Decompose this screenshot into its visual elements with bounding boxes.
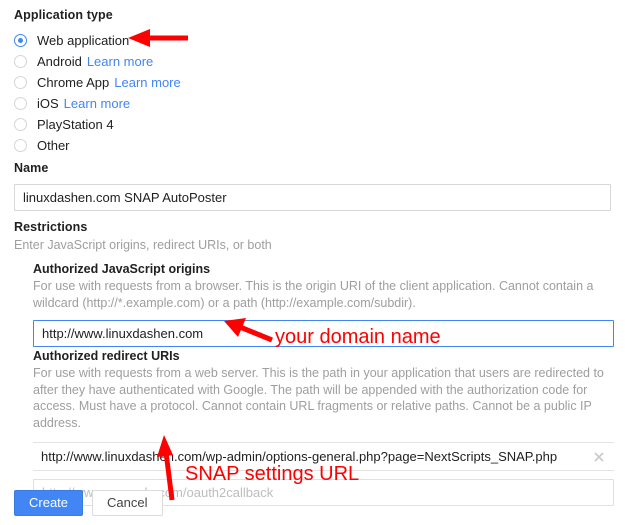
restrictions-helper-text: Enter JavaScript origins, redirect URIs,… (14, 237, 614, 254)
redirect-uris-helper-text: For use with requests from a web server.… (33, 365, 614, 431)
radio-option-web-application[interactable]: Web application (14, 31, 414, 50)
restrictions-section: Restrictions Enter JavaScript origins, r… (14, 220, 614, 254)
radio-label-other: Other (37, 138, 70, 153)
learn-more-link-chrome-app[interactable]: Learn more (114, 75, 180, 90)
radio-indicator-other[interactable] (14, 139, 27, 152)
redirect-uris-section: Authorized redirect URIs For use with re… (33, 349, 614, 506)
radio-indicator-chrome-app[interactable] (14, 76, 27, 89)
form-action-bar: Create Cancel (14, 490, 163, 516)
radio-label-ios: iOS (37, 96, 59, 111)
radio-option-other[interactable]: Other (14, 136, 414, 155)
redirect-uris-heading: Authorized redirect URIs (33, 349, 614, 363)
javascript-origins-helper-text: For use with requests from a browser. Th… (33, 278, 614, 311)
radio-indicator-ios[interactable] (14, 97, 27, 110)
radio-label-web-application: Web application (37, 33, 129, 48)
learn-more-link-android[interactable]: Learn more (87, 54, 153, 69)
radio-label-chrome-app: Chrome App (37, 75, 109, 90)
redirect-uri-input-1[interactable] (33, 444, 573, 469)
radio-indicator-android[interactable] (14, 55, 27, 68)
javascript-origins-heading: Authorized JavaScript origins (33, 262, 614, 276)
create-button[interactable]: Create (14, 490, 83, 516)
application-type-section: Application type Web application Android… (14, 8, 414, 157)
radio-indicator-web-application[interactable] (14, 34, 27, 47)
oauth-client-form: Application type Web application Android… (0, 0, 625, 522)
name-input[interactable] (14, 184, 611, 211)
radio-option-chrome-app[interactable]: Chrome App Learn more (14, 73, 414, 92)
redirect-uri-row[interactable] (33, 442, 614, 471)
name-heading: Name (14, 161, 611, 175)
radio-label-playstation-4: PlayStation 4 (37, 117, 114, 132)
application-type-heading: Application type (14, 8, 414, 22)
restrictions-heading: Restrictions (14, 220, 614, 234)
learn-more-link-ios[interactable]: Learn more (64, 96, 130, 111)
radio-indicator-playstation-4[interactable] (14, 118, 27, 131)
radio-option-playstation-4[interactable]: PlayStation 4 (14, 115, 414, 134)
name-section: Name (14, 161, 611, 211)
radio-option-android[interactable]: Android Learn more (14, 52, 414, 71)
radio-option-ios[interactable]: iOS Learn more (14, 94, 414, 113)
application-type-radio-group[interactable]: Web application Android Learn more Chrom… (14, 31, 414, 155)
javascript-origins-input[interactable] (33, 320, 614, 347)
close-icon[interactable] (592, 450, 606, 464)
javascript-origins-section: Authorized JavaScript origins For use wi… (33, 262, 614, 347)
cancel-button[interactable]: Cancel (92, 490, 162, 516)
radio-label-android: Android (37, 54, 82, 69)
